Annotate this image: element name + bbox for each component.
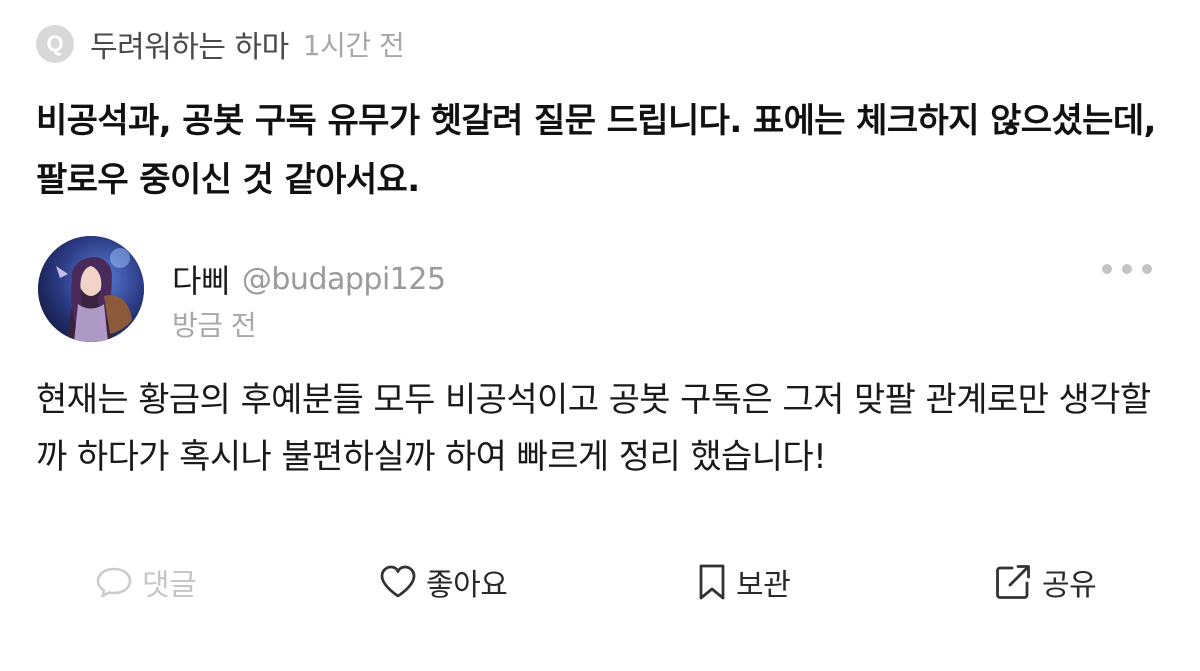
share-icon: [994, 563, 1034, 601]
answer-author-handle[interactable]: @budappi125: [242, 262, 446, 297]
speech-bubble-icon: [94, 564, 134, 600]
user-avatar-image[interactable]: [38, 236, 144, 342]
like-button[interactable]: 좋아요: [378, 556, 508, 608]
answer-author-row: 다삐 @budappi125: [172, 254, 446, 304]
share-label: 공유: [1042, 568, 1097, 603]
like-label: 좋아요: [426, 568, 508, 603]
more-dot: [1122, 264, 1132, 274]
question-text: 비공석과, 공봇 구독 유무가 헷갈려 질문 드립니다. 표에는 체크하지 않으…: [36, 101, 1156, 200]
answer-text: 현재는 황금의 후예분들 모두 비공석이고 공봇 구독은 그저 맞팔 관계로만 …: [36, 380, 1151, 477]
question-timestamp: 1시간 전: [302, 29, 405, 62]
share-button[interactable]: 공유: [994, 556, 1097, 608]
save-button[interactable]: 보관: [696, 556, 791, 608]
comment-label: 댓글: [142, 568, 197, 603]
more-dot: [1102, 264, 1112, 274]
question-badge-icon: Q: [36, 25, 74, 63]
answer-timestamp: 방금 전: [172, 309, 257, 342]
save-label: 보관: [736, 568, 791, 603]
heart-icon: [378, 564, 418, 600]
question-header: Q 두려워하는 하마 1시간 전: [36, 22, 405, 66]
more-dot: [1142, 264, 1152, 274]
question-author[interactable]: 두려워하는 하마: [90, 22, 289, 66]
bookmark-icon: [696, 563, 728, 601]
answer-author-name[interactable]: 다삐: [172, 256, 230, 302]
comment-button[interactable]: 댓글: [94, 556, 197, 608]
more-horizontal-icon[interactable]: [1102, 254, 1152, 284]
